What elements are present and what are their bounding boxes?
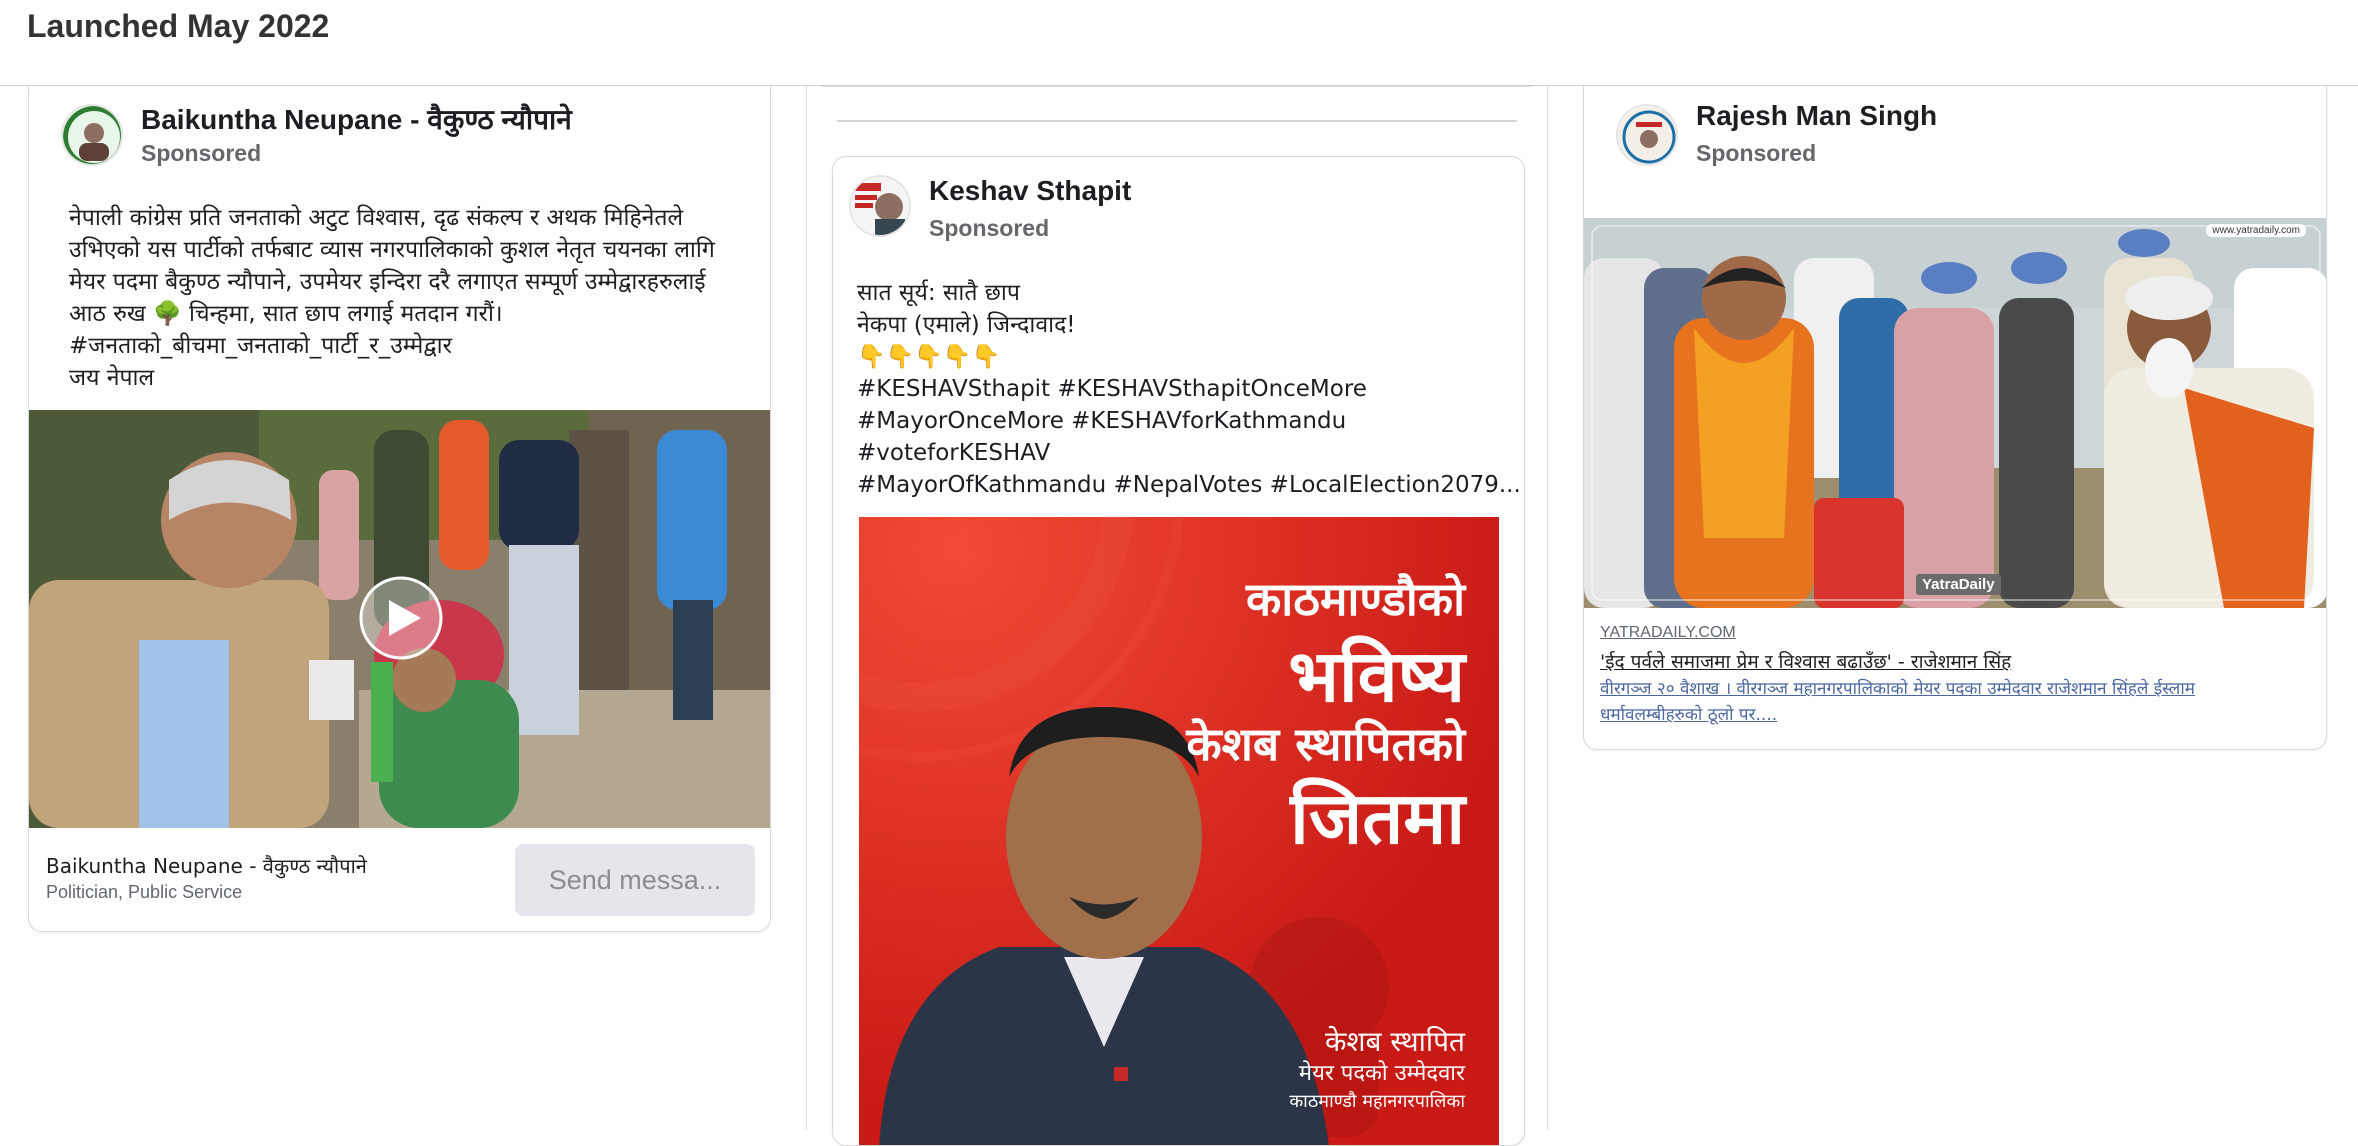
poster-candidate-role: मेयर पदको उम्मेदवार	[1299, 1057, 1465, 1087]
body-line: 👇👇👇👇👇	[857, 341, 1507, 373]
sponsored-label: Sponsored	[141, 140, 261, 167]
hashtag-link[interactable]: #KESHAVSthapit #KESHAVSthapitOnceMore	[857, 373, 1507, 405]
footer-page-name[interactable]: Baikuntha Neupane - वैकुण्ठ न्यौपाने	[46, 852, 367, 879]
watermark-logo: YatraDaily	[1916, 574, 2001, 595]
page-header: Launched May 2022	[0, 0, 2358, 86]
body-line: उभिएको यस पार्टीको तर्फबाट व्यास नगरपालि…	[69, 234, 749, 266]
image-url-watermark: www.yatradaily.com	[2206, 224, 2306, 237]
ad-video[interactable]	[29, 410, 771, 828]
ad-card-baikuntha: Baikuntha Neupane - वैकुण्ठ न्यौपाने Spo…	[28, 86, 771, 932]
avatar[interactable]	[849, 175, 911, 237]
poster-line-1: काठमाण्डौको	[1246, 567, 1465, 629]
body-line: सात सूर्य: सातै छाप	[857, 277, 1507, 309]
body-line: नेकपा (एमाले) जिन्दावाद!	[857, 309, 1507, 341]
previous-card-edge	[821, 86, 1533, 87]
body-line: जय नेपाल	[69, 362, 749, 394]
link-description-line[interactable]: वीरगञ्ज २० वैशाख । वीरगञ्ज महानगरपालिकाक…	[1600, 676, 2320, 702]
ad-poster-image[interactable]: काठमाण्डौको भविष्य केशब स्थापितको जितमा …	[859, 517, 1499, 1146]
ad-card-keshav: Keshav Sthapit Sponsored सात सूर्य: सातै…	[832, 156, 1525, 1146]
page-name[interactable]: Baikuntha Neupane - वैकुण्ठ न्यौपाने	[141, 100, 572, 138]
ad-link-image[interactable]: YatraDaily www.yatradaily.com	[1584, 218, 2327, 608]
ad-column-2: Keshav Sthapit Sponsored सात सूर्य: सातै…	[806, 86, 1548, 1130]
link-description[interactable]: वीरगञ्ज २० वैशाख । वीरगञ्ज महानगरपालिकाक…	[1600, 676, 2320, 728]
link-domain[interactable]: YATRADAILY.COM	[1600, 624, 1736, 642]
poster-line-4: जितमा	[1290, 767, 1465, 865]
body-line: आठ रुख 🌳 चिन्हमा, सात छाप लगाई मतदान गरौ…	[69, 298, 749, 330]
poster-candidate-place: काठमाण्डौ महानगरपालिका	[1289, 1089, 1465, 1113]
poster-line-2: भविष्य	[1288, 625, 1465, 723]
body-line: नेपाली कांग्रेस प्रति जनताको अटुट विश्वा…	[69, 202, 749, 234]
ad-card-rajesh: Rajesh Man Singh Sponsored	[1583, 86, 2327, 750]
sponsored-label: Sponsored	[929, 215, 1049, 242]
ad-column-1: Baikuntha Neupane - वैकुण्ठ न्यौपाने Spo…	[0, 86, 800, 1130]
page-name[interactable]: Rajesh Man Singh	[1696, 100, 1937, 132]
page-name[interactable]: Keshav Sthapit	[929, 175, 1131, 207]
hashtag-link[interactable]: #जनताको_बीचमा_जनताको_पार्टी_र_उम्मेद्वार	[69, 330, 749, 362]
hashtag-link[interactable]: #voteforKESHAV	[857, 437, 1507, 469]
hashtag-link[interactable]: #MayorOnceMore #KESHAVforKathmandu	[857, 405, 1507, 437]
send-message-button[interactable]: Send messa...	[515, 844, 755, 916]
sponsored-label: Sponsored	[1696, 140, 1816, 167]
body-line: मेयर पदमा बैकुण्ठ न्यौपाने, उपमेयर इन्दि…	[69, 266, 749, 298]
poster-line-3: केशब स्थापितको	[1186, 712, 1465, 774]
ad-body-text: नेपाली कांग्रेस प्रति जनताको अटुट विश्वा…	[69, 202, 749, 394]
link-description-line[interactable]: धर्मावलम्बीहरुको ठूलो पर....	[1600, 702, 2320, 728]
avatar[interactable]	[61, 104, 123, 166]
footer-page-category: Politician, Public Service	[46, 882, 242, 903]
link-title[interactable]: 'ईद पर्वले समाजमा प्रेम र विश्वास बढाउँछ…	[1600, 648, 2011, 674]
hashtag-link[interactable]: #MayorOfKathmandu #NepalVotes #LocalElec…	[857, 469, 1507, 501]
poster-candidate-name: केशब स्थापित	[1325, 1022, 1465, 1060]
page-title: Launched May 2022	[27, 8, 329, 45]
ad-body-text: सात सूर्य: सातै छाप नेकपा (एमाले) जिन्दा…	[857, 277, 1507, 501]
avatar[interactable]	[1616, 104, 1678, 166]
ad-column-3: Rajesh Man Singh Sponsored	[1560, 86, 2358, 1130]
divider	[837, 120, 1517, 122]
